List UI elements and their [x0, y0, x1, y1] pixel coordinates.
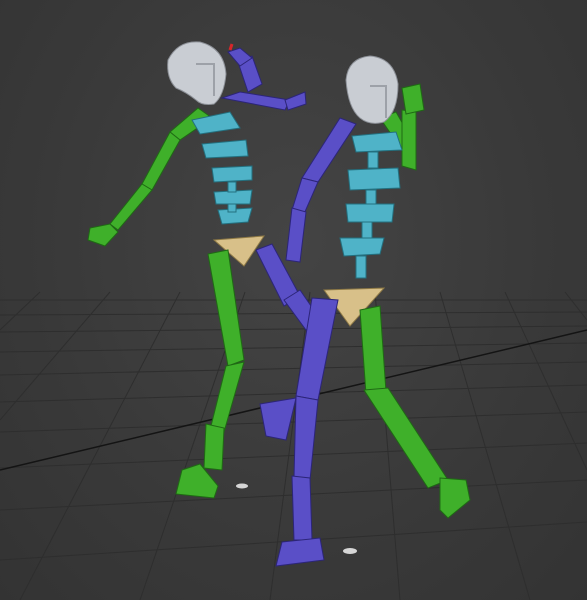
footprint-marker [236, 483, 248, 489]
footprint-marker [343, 548, 357, 554]
biped-left-arm-blue[interactable] [220, 47, 307, 111]
biped-right-leg-blue[interactable] [259, 297, 339, 567]
biped-left-arm-green[interactable] [87, 107, 213, 247]
biped-left-leg-green[interactable] [175, 249, 245, 499]
biped-right-spine[interactable] [339, 131, 403, 279]
biped-right-head[interactable] [345, 55, 399, 124]
biped-left-head[interactable] [167, 41, 227, 105]
biped-left-spine[interactable] [191, 111, 253, 225]
hand-marker [228, 43, 234, 51]
scene-canvas[interactable] [0, 0, 587, 600]
3d-viewport[interactable] [0, 0, 587, 600]
